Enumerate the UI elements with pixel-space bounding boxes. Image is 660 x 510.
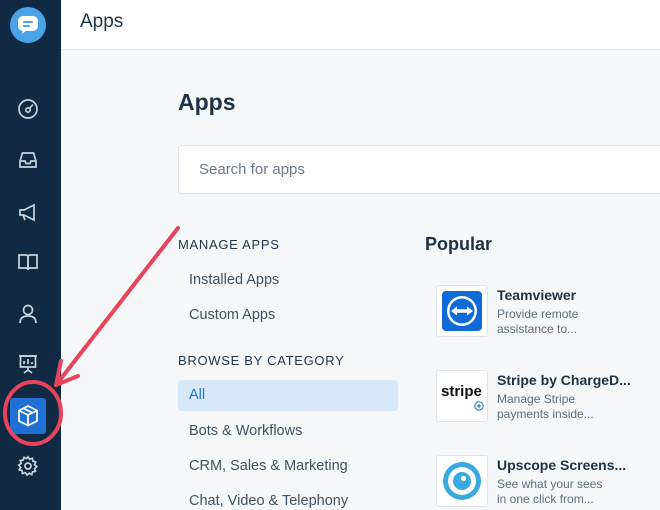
chat-bubble-icon [18, 16, 38, 34]
gear-icon [17, 455, 39, 477]
sidebar-item-inbox[interactable] [14, 146, 42, 174]
person-icon [19, 304, 37, 324]
header-title: Apps [80, 11, 124, 32]
teamviewer-logo [436, 285, 488, 337]
browse-by-category-heading: BROWSE BY CATEGORY [178, 353, 345, 368]
app-description: Manage Stripe payments inside... [497, 392, 594, 421]
sidebar [0, 0, 61, 510]
box-icon [18, 405, 38, 427]
manage-apps-heading: MANAGE APPS [178, 237, 280, 252]
search-input[interactable] [178, 145, 660, 194]
app-description: See what your sees in one click from... [497, 477, 603, 506]
sidebar-item-knowledge-base[interactable] [14, 248, 42, 276]
sidebar-item-reports[interactable] [14, 350, 42, 378]
dashboard-icon [18, 99, 38, 119]
chargedesk-badge-icon [474, 401, 484, 411]
sidebar-item-campaigns[interactable] [14, 198, 42, 226]
book-icon [18, 254, 38, 271]
app-logo[interactable] [10, 7, 46, 43]
megaphone-icon [19, 203, 35, 222]
upscope-logo [436, 455, 488, 507]
popular-heading: Popular [425, 234, 493, 254]
sidebar-item-settings[interactable] [14, 452, 42, 480]
category-chat-video-telephony[interactable]: Chat, Video & Telephony [178, 486, 398, 510]
stripe-logo: stripe [436, 370, 488, 422]
top-bar: Apps [61, 0, 660, 50]
menu-item-custom-apps[interactable]: Custom Apps [178, 300, 398, 331]
app-name: Upscope Screens... [497, 457, 627, 473]
app-card-upscope[interactable]: Upscope Screens... See what your sees in… [436, 455, 660, 510]
category-all[interactable]: All [178, 380, 398, 411]
menu-item-installed-apps[interactable]: Installed Apps [178, 265, 398, 296]
category-bots-workflows[interactable]: Bots & Workflows [178, 416, 398, 447]
sidebar-item-contacts[interactable] [14, 300, 42, 328]
app-name: Teamviewer [497, 287, 577, 303]
category-crm-sales-marketing[interactable]: CRM, Sales & Marketing [178, 451, 398, 482]
app-name: Stripe by ChargeD... [497, 372, 631, 388]
app-card-teamviewer[interactable]: Teamviewer Provide remote assistance to.… [436, 285, 660, 341]
upscope-logo-icon [443, 462, 481, 500]
inbox-icon [19, 152, 37, 168]
stripe-logo-text: stripe [441, 383, 482, 400]
sidebar-item-dashboard[interactable] [14, 95, 42, 123]
presentation-board-icon [19, 355, 37, 374]
main-content: Apps MANAGE APPS Installed Apps Custom A… [61, 51, 660, 510]
teamviewer-logo-icon [442, 291, 482, 331]
app-card-stripe[interactable]: stripe Stripe by ChargeD... Manage Strip… [436, 370, 660, 426]
page-title: Apps [178, 89, 236, 115]
sidebar-item-apps[interactable] [10, 398, 46, 434]
app-description: Provide remote assistance to... [497, 307, 579, 336]
